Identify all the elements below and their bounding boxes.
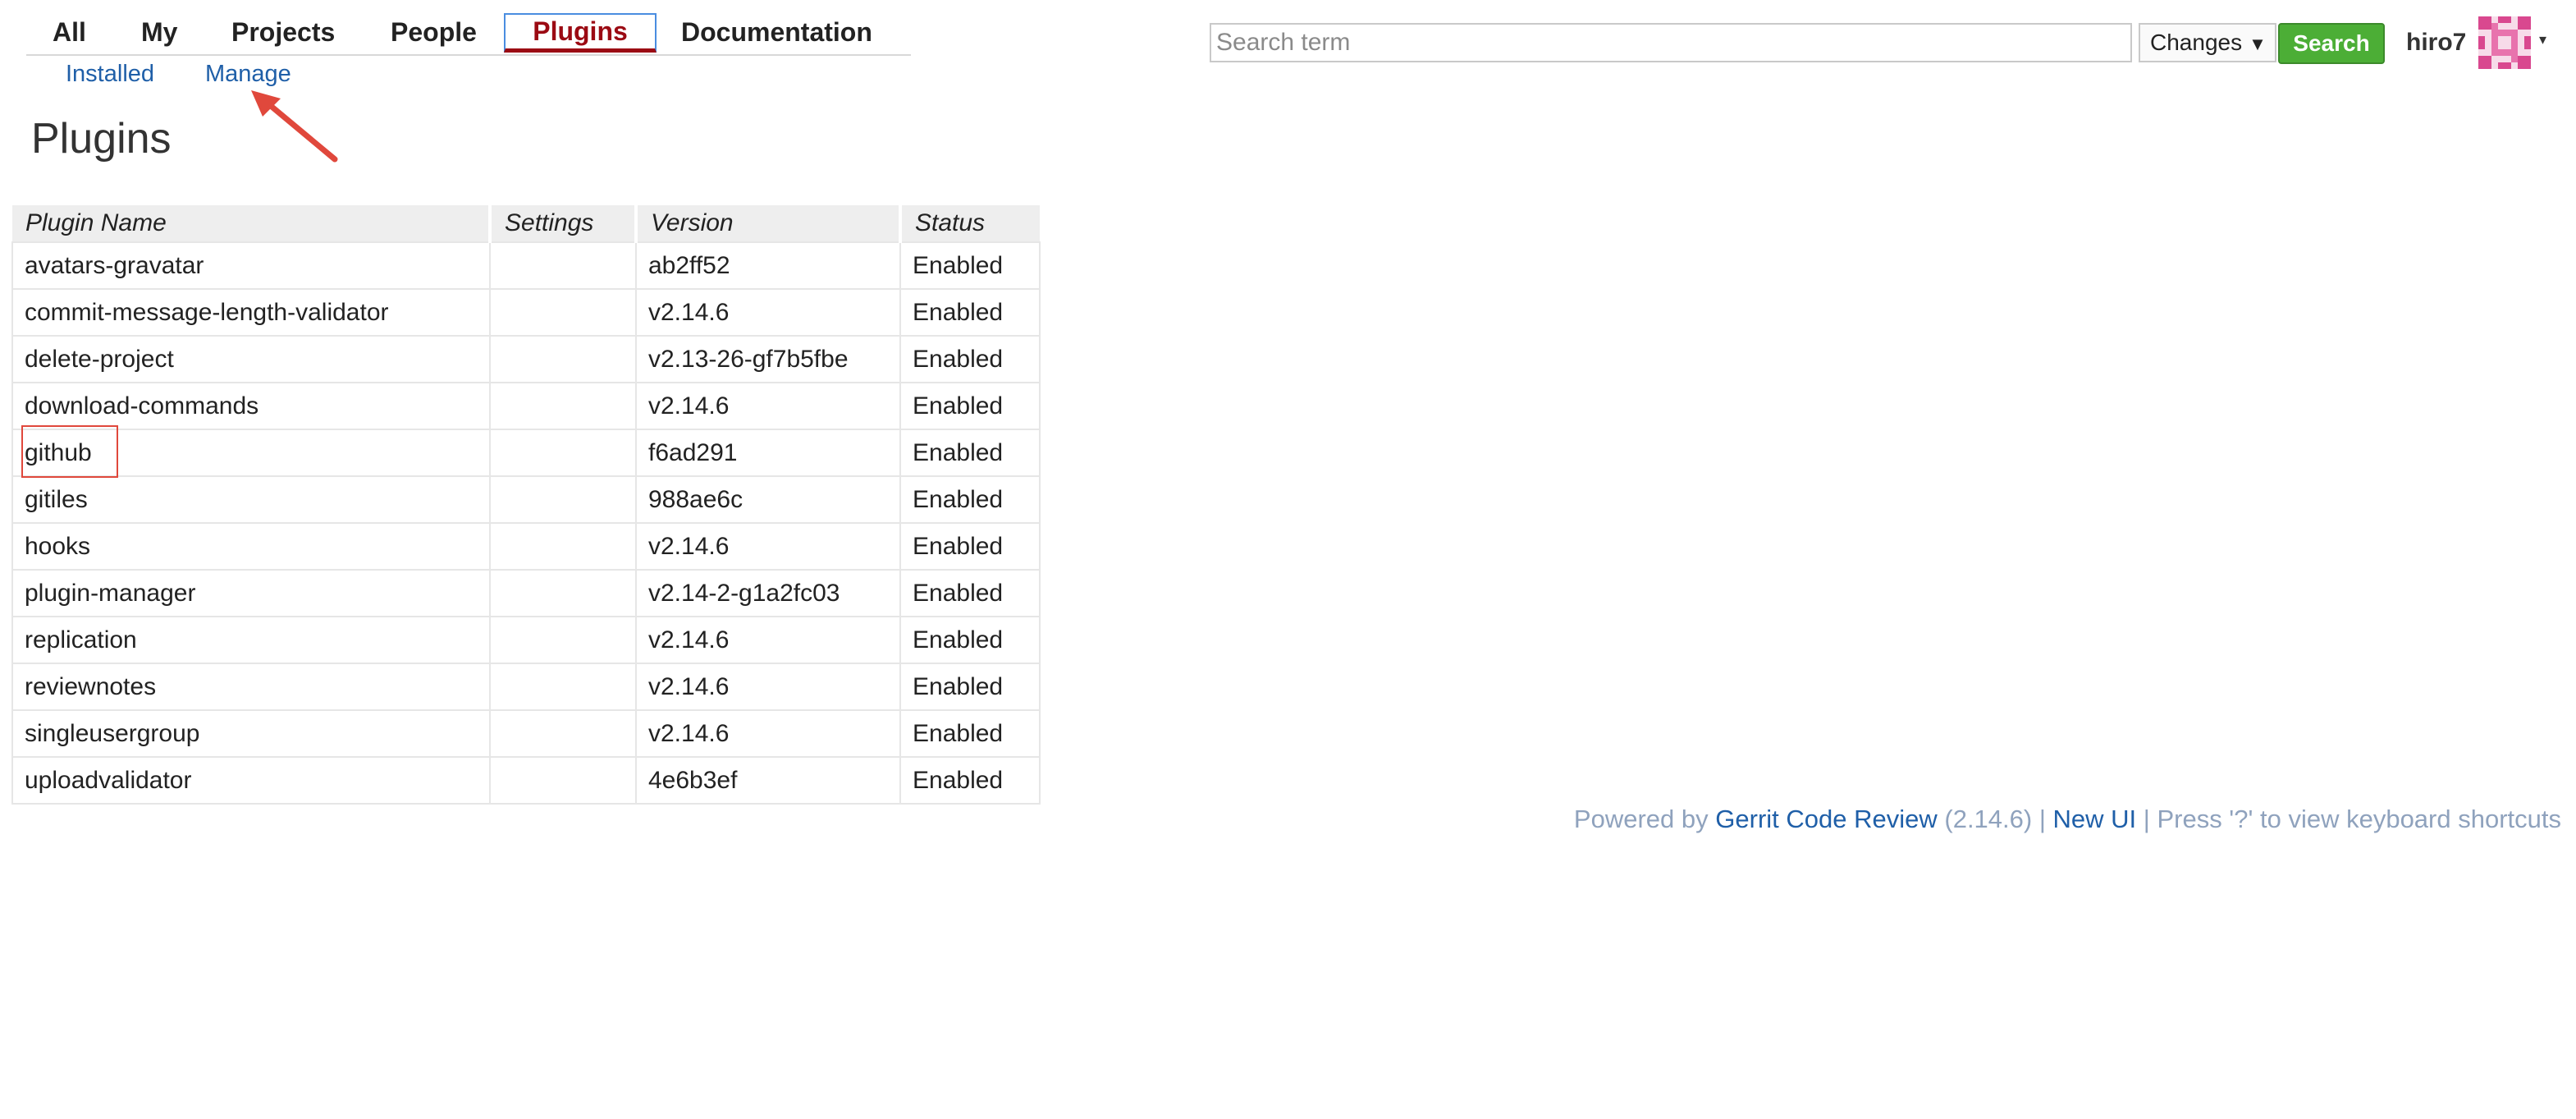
menu-item-all[interactable]: All [53, 13, 86, 51]
footer-shortcut-hint: | Press '?' to view keyboard shortcuts [2143, 805, 2561, 833]
plugin-name-cell[interactable]: uploadvalidator [11, 756, 491, 805]
menu-item-people[interactable]: People [391, 13, 477, 51]
menu-item-my[interactable]: My [141, 13, 177, 51]
menu-item-plugins[interactable]: Plugins [504, 13, 657, 53]
plugin-version-cell: ab2ff52 [635, 241, 901, 290]
plugin-version-cell: v2.14.6 [635, 663, 901, 711]
menu-item-projects[interactable]: Projects [231, 13, 335, 51]
plugin-settings-cell [489, 241, 637, 290]
plugin-settings-cell [489, 382, 637, 430]
plugin-name-cell[interactable]: github [11, 429, 491, 477]
plugin-version-cell: v2.14.6 [635, 616, 901, 664]
search-button[interactable]: Search [2278, 23, 2385, 64]
footer-version: (2.14.6) | [1944, 805, 2046, 833]
plugin-status-cell: Enabled [899, 709, 1041, 758]
table-row: plugin-manager v2.14-2-g1a2fc03 Enabled [11, 569, 1041, 617]
plugin-status-cell: Enabled [899, 429, 1041, 477]
gerrit-page: All My Projects People Plugins Documenta… [0, 0, 2576, 1119]
page-title: Plugins [31, 115, 172, 163]
footer-gerrit-link[interactable]: Gerrit Code Review [1715, 805, 1937, 833]
table-row: hooks v2.14.6 Enabled [11, 522, 1041, 571]
plugin-settings-cell [489, 288, 637, 337]
plugin-version-cell: v2.14.6 [635, 288, 901, 337]
search-scope-label: Changes [2150, 30, 2243, 55]
plugin-settings-cell [489, 756, 637, 805]
search-input[interactable] [1210, 23, 2132, 62]
plugin-version-cell: f6ad291 [635, 429, 901, 477]
plugin-settings-cell [489, 569, 637, 617]
plugin-status-cell: Enabled [899, 241, 1041, 290]
plugin-name-cell[interactable]: delete-project [11, 335, 491, 383]
plugin-name-cell[interactable]: commit-message-length-validator [11, 288, 491, 337]
footer: Powered by Gerrit Code Review (2.14.6) |… [1574, 801, 2561, 837]
user-menu-caret-icon[interactable]: ▾ [2539, 31, 2546, 48]
table-row: reviewnotes v2.14.6 Enabled [11, 663, 1041, 711]
plugin-status-cell: Enabled [899, 663, 1041, 711]
table-row: gitiles 988ae6c Enabled [11, 475, 1041, 524]
menu-item-documentation[interactable]: Documentation [681, 13, 872, 51]
plugin-status-cell: Enabled [899, 569, 1041, 617]
plugin-status-cell: Enabled [899, 756, 1041, 805]
plugin-settings-cell [489, 663, 637, 711]
plugin-name-cell[interactable]: reviewnotes [11, 663, 491, 711]
top-menu: All My Projects People Plugins Documenta… [26, 11, 911, 56]
footer-powered-by: Powered by [1573, 805, 1709, 833]
annotation-arrow-icon [251, 90, 338, 163]
plugin-settings-cell [489, 709, 637, 758]
plugin-name-cell[interactable]: hooks [11, 522, 491, 571]
plugin-status-cell: Enabled [899, 616, 1041, 664]
plugin-version-cell: v2.14.6 [635, 522, 901, 571]
plugin-version-cell: v2.14.6 [635, 709, 901, 758]
plugin-status-cell: Enabled [899, 382, 1041, 430]
plugin-name-cell[interactable]: avatars-gravatar [11, 241, 491, 290]
column-header-status: Status [899, 205, 1040, 242]
avatar[interactable] [2478, 16, 2531, 69]
table-row: avatars-gravatar ab2ff52 Enabled [11, 241, 1041, 290]
table-row: download-commands v2.14.6 Enabled [11, 382, 1041, 430]
plugin-version-cell: v2.13-26-gf7b5fbe [635, 335, 901, 383]
plugin-settings-cell [489, 522, 637, 571]
plugin-name-cell[interactable]: gitiles [11, 475, 491, 524]
footer-new-ui-link[interactable]: New UI [2053, 805, 2137, 833]
plugin-settings-cell [489, 429, 637, 477]
table-header-row: Plugin Name Settings Version Status [12, 205, 1040, 242]
column-header-plugin-name: Plugin Name [12, 205, 490, 242]
plugin-version-cell: v2.14.6 [635, 382, 901, 430]
plugin-name-cell[interactable]: singleusergroup [11, 709, 491, 758]
plugin-settings-cell [489, 475, 637, 524]
plugin-status-cell: Enabled [899, 522, 1041, 571]
plugin-name-cell[interactable]: download-commands [11, 382, 491, 430]
submenu-installed[interactable]: Installed [66, 57, 154, 90]
plugin-settings-cell [489, 616, 637, 664]
column-header-settings: Settings [488, 205, 636, 242]
plugin-status-cell: Enabled [899, 475, 1041, 524]
plugins-table-body: avatars-gravatar ab2ff52 Enabled commit-mes… [11, 241, 1041, 805]
table-row: uploadvalidator 4e6b3ef Enabled [11, 756, 1041, 805]
search-scope-select[interactable]: Changes ▼ [2139, 23, 2276, 62]
plugin-name-cell[interactable]: plugin-manager [11, 569, 491, 617]
plugin-status-cell: Enabled [899, 335, 1041, 383]
table-row: github f6ad291 Enabled [11, 429, 1041, 477]
column-header-version: Version [634, 205, 900, 242]
plugins-table: Plugin Name Settings Version Status avat… [11, 205, 1041, 805]
plugin-name-cell[interactable]: replication [11, 616, 491, 664]
table-row: commit-message-length-validator v2.14.6 En… [11, 288, 1041, 337]
table-row: replication v2.14.6 Enabled [11, 616, 1041, 664]
table-row: delete-project v2.13-26-gf7b5fbe Enabled [11, 335, 1041, 383]
plugin-status-cell: Enabled [899, 288, 1041, 337]
chevron-down-icon: ▼ [2249, 34, 2267, 54]
plugin-version-cell: 988ae6c [635, 475, 901, 524]
plugin-version-cell: 4e6b3ef [635, 756, 901, 805]
user-name[interactable]: hiro7 [2406, 25, 2466, 61]
table-row: singleusergroup v2.14.6 Enabled [11, 709, 1041, 758]
plugin-settings-cell [489, 335, 637, 383]
plugin-version-cell: v2.14-2-g1a2fc03 [635, 569, 901, 617]
submenu-manage[interactable]: Manage [205, 57, 291, 90]
